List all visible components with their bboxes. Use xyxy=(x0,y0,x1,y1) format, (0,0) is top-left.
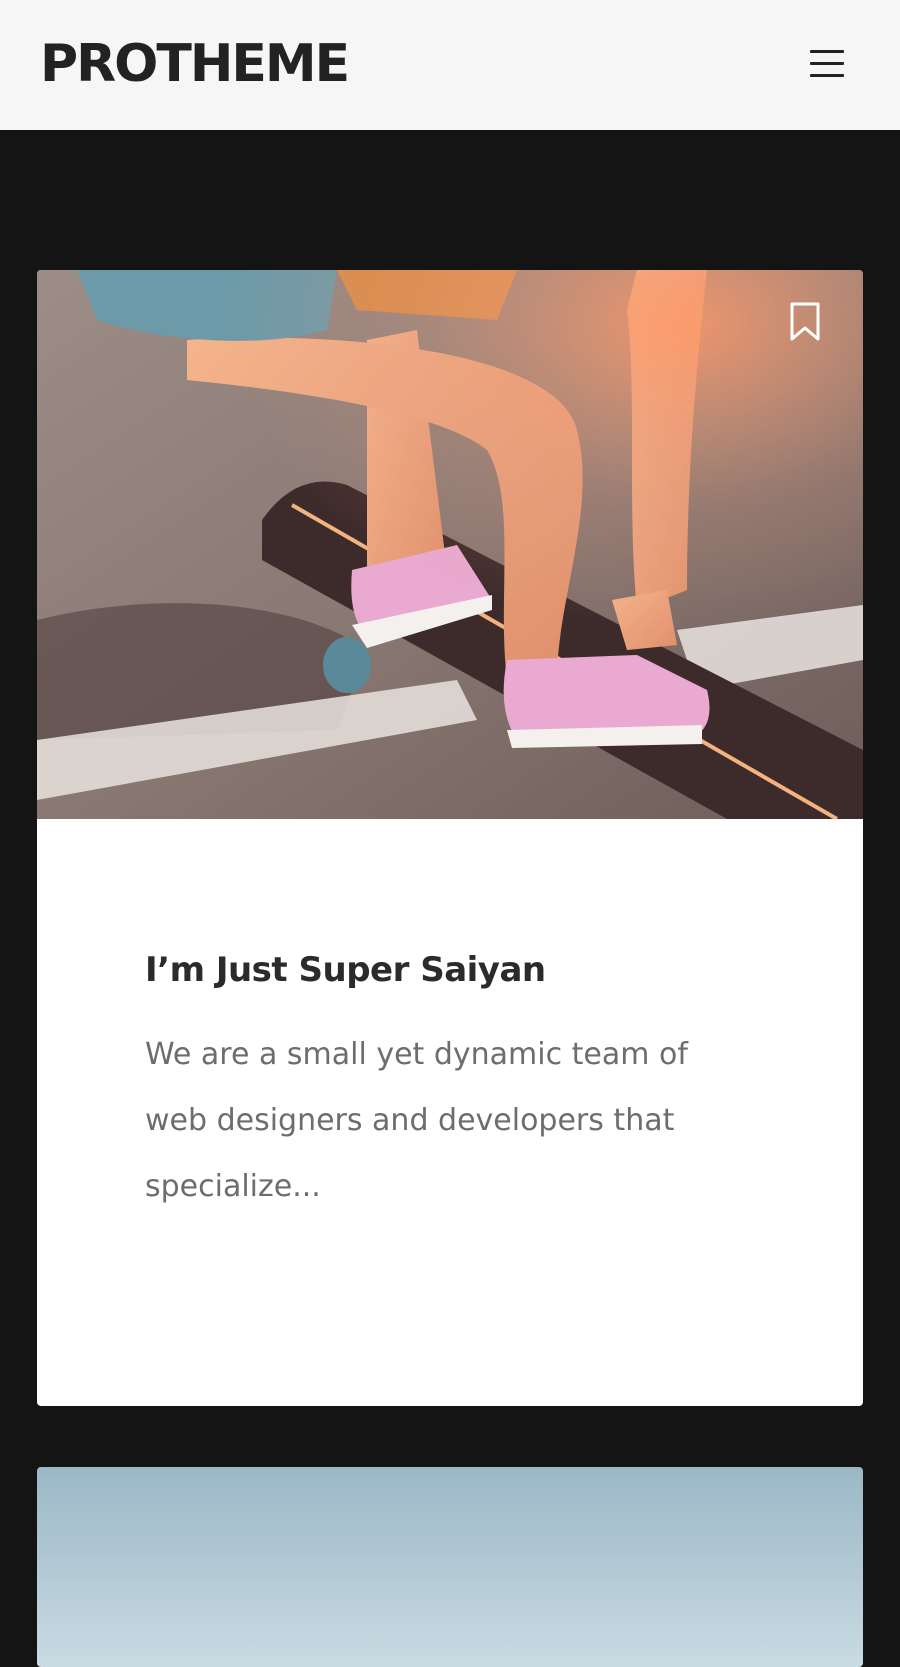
post-card[interactable]: I’m Just Super Saiyan We are a small yet… xyxy=(37,270,863,1406)
post-image[interactable] xyxy=(37,270,863,819)
bookmark-icon[interactable] xyxy=(789,302,821,342)
site-logo[interactable]: PROTHEME xyxy=(40,34,350,94)
menu-line xyxy=(810,50,844,53)
site-header: PROTHEME xyxy=(0,0,900,130)
post-title[interactable]: I’m Just Super Saiyan xyxy=(145,950,785,990)
post-card[interactable] xyxy=(37,1467,863,1667)
post-body: I’m Just Super Saiyan We are a small yet… xyxy=(145,950,785,1220)
post-image[interactable] xyxy=(37,1467,863,1667)
menu-line xyxy=(810,62,844,65)
menu-line xyxy=(810,74,844,77)
post-excerpt: We are a small yet dynamic team of web d… xyxy=(145,1037,688,1204)
skateboard-photo xyxy=(37,270,863,819)
hamburger-menu-icon[interactable] xyxy=(806,46,846,82)
